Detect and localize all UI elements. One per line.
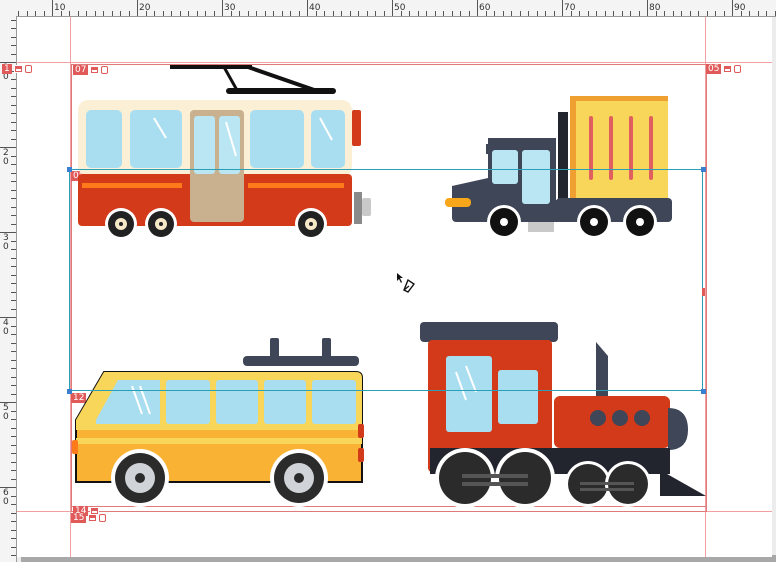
pen-tool-cursor-icon	[397, 273, 416, 293]
resize-handle-top-right[interactable]	[701, 167, 706, 172]
selection-bounding-box[interactable]	[69, 169, 703, 391]
resize-handle-bottom-right[interactable]	[701, 389, 706, 394]
resize-handle-top-left[interactable]	[67, 167, 72, 172]
resize-handle-bottom-left[interactable]	[67, 389, 72, 394]
resize-handle-right[interactable]	[702, 288, 705, 296]
